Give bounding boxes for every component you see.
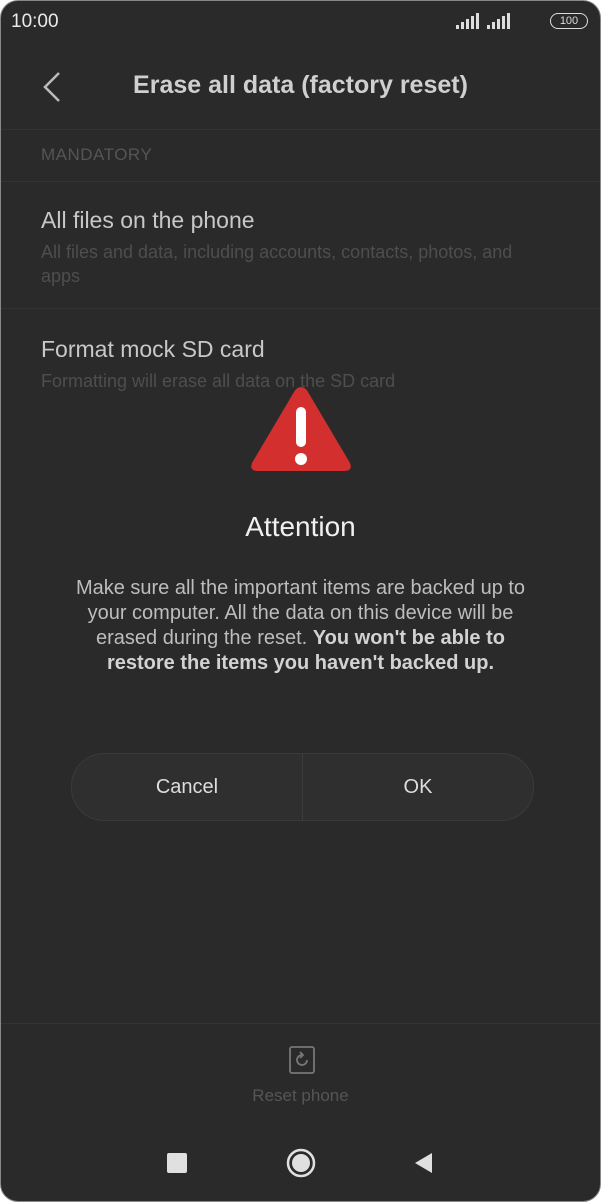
reset-phone-button[interactable]: Reset phone [1, 1086, 600, 1106]
divider [1, 181, 600, 182]
back-icon[interactable] [414, 1153, 434, 1173]
option-description: All files and data, including accounts, … [41, 242, 513, 286]
reset-icon[interactable] [288, 1046, 316, 1074]
section-header: MANDATORY [41, 145, 153, 164]
divider [1, 308, 600, 309]
dialog-title: Attention [245, 511, 356, 542]
warning-icon [251, 387, 351, 471]
option-title: Format mock SD card [41, 336, 265, 362]
battery-icon: 100 [550, 13, 588, 29]
option-title: All files on the phone [41, 207, 255, 233]
dialog-message: Make sure all the important items are ba… [71, 576, 530, 676]
signal-icon [456, 13, 479, 29]
home-icon[interactable] [286, 1148, 316, 1178]
signal-icon [487, 13, 510, 29]
cancel-button[interactable]: Cancel [72, 754, 303, 820]
page-title: Erase all data (factory reset) [133, 71, 468, 99]
attention-dialog: Attention Make sure all the important it… [1, 361, 600, 861]
status-bar: 10:00 100 [1, 1, 600, 43]
recents-icon[interactable] [167, 1153, 187, 1173]
phone-screen: 10:00 100 Erase all data (factory reset)… [0, 0, 601, 1202]
app-header: Erase all data (factory reset) [1, 43, 600, 130]
status-time: 10:00 [11, 11, 59, 32]
navigation-bar [1, 1123, 600, 1201]
ok-button[interactable]: OK [303, 754, 533, 820]
dialog-buttons: Cancel OK [71, 753, 534, 821]
bottom-action-bar: Reset phone [1, 1023, 600, 1124]
